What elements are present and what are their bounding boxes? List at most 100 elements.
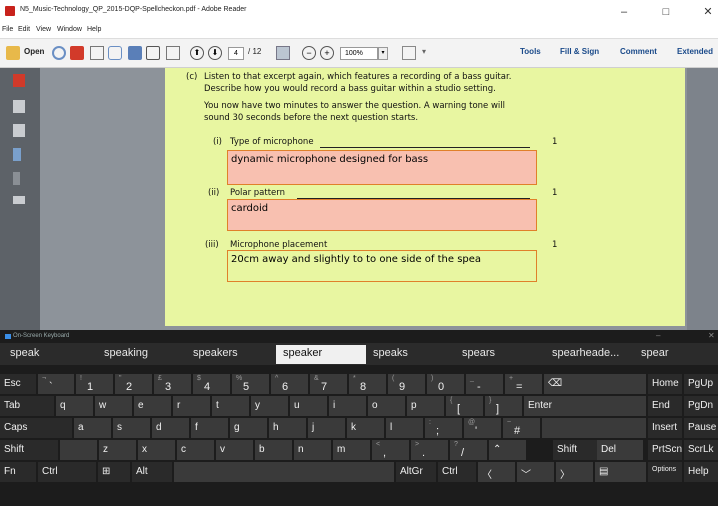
key-lshift[interactable]: Shift (0, 440, 58, 460)
key-rshift[interactable]: Shift (553, 440, 599, 460)
close-button[interactable]: ✕ (696, 3, 718, 21)
fit-page-icon[interactable] (402, 46, 416, 60)
key-6[interactable]: ^ 6 (271, 374, 308, 394)
key-options[interactable]: Options (648, 462, 682, 482)
key-r[interactable]: r (173, 396, 210, 416)
key-j[interactable]: j (308, 418, 345, 438)
key-d[interactable]: d (152, 418, 189, 438)
key-equals[interactable]: + = (505, 374, 542, 394)
key-lalt[interactable]: Alt (132, 462, 172, 482)
key-n[interactable]: n (294, 440, 331, 460)
key-7[interactable]: & 7 (310, 374, 347, 394)
page-number-input[interactable]: 4 (228, 47, 244, 60)
key-z[interactable]: z (99, 440, 136, 460)
key-s[interactable]: s (113, 418, 150, 438)
key-help[interactable]: Help (684, 462, 718, 482)
key-scrlk[interactable]: ScrLk (684, 440, 718, 460)
key-3[interactable]: £3 (154, 374, 191, 394)
menu-edit[interactable]: Edit (18, 26, 30, 33)
answer-field-polar[interactable]: cardoid (227, 199, 537, 231)
key-4[interactable]: $4 (193, 374, 230, 394)
zoom-out-icon[interactable]: − (302, 46, 316, 60)
key-f[interactable]: f (191, 418, 228, 438)
share-icon[interactable] (108, 46, 122, 60)
key-altgr[interactable]: AltGr (396, 462, 436, 482)
key-minus[interactable]: _ - (466, 374, 503, 394)
menu-file[interactable]: File (2, 26, 13, 33)
suggestion[interactable]: speaking (104, 347, 148, 359)
key-end[interactable]: End (648, 396, 682, 416)
key-rbracket[interactable]: }] (485, 396, 522, 416)
key-menu[interactable]: ▤ (595, 462, 646, 482)
key-quote[interactable]: @ ' (464, 418, 501, 438)
pdf-icon[interactable] (13, 74, 25, 87)
suggestion-selected[interactable]: speaker (283, 347, 322, 359)
key-period[interactable]: >. (411, 440, 448, 460)
key-a[interactable]: a (74, 418, 111, 438)
right-scroll-area[interactable] (687, 68, 718, 330)
key-w[interactable]: w (95, 396, 132, 416)
zoom-dropdown-icon[interactable]: ▾ (378, 47, 388, 60)
key-k[interactable]: k (347, 418, 384, 438)
key-5[interactable]: % 5 (232, 374, 269, 394)
attachment-icon[interactable] (13, 172, 20, 185)
extended-pane-button[interactable]: Extended (677, 47, 713, 56)
key-e[interactable]: e (134, 396, 171, 416)
key-semicolon[interactable]: :; (425, 418, 462, 438)
key-right[interactable]: 〉 (556, 462, 593, 482)
key-hash[interactable]: ~ # (503, 418, 540, 438)
key-t[interactable]: t (212, 396, 249, 416)
key-home[interactable]: Home (648, 374, 682, 394)
key-8[interactable]: * 8 (349, 374, 386, 394)
key-backslash[interactable] (60, 440, 97, 460)
key-windows[interactable]: ⊞ (98, 462, 130, 482)
prev-page-icon[interactable]: ⬆ (190, 46, 204, 60)
key-slash[interactable]: ? / (450, 440, 487, 460)
answer-field-placement[interactable]: 20cm away and slightly to to one side of… (227, 250, 537, 282)
suggestion[interactable]: speak (10, 347, 39, 359)
key-p[interactable]: p (407, 396, 444, 416)
key-0[interactable]: ) 0 (427, 374, 464, 394)
tools-pane-button[interactable]: Tools (520, 47, 541, 56)
comment-pane-button[interactable]: Comment (620, 47, 657, 56)
suggestion[interactable]: spears (462, 347, 495, 359)
key-prtscn[interactable]: PrtScn (648, 440, 682, 460)
key-backtick[interactable]: ¬ ` (38, 374, 74, 394)
key-2[interactable]: " 2 (115, 374, 152, 394)
key-pgup[interactable]: PgUp (684, 374, 718, 394)
select-tool-icon[interactable] (276, 46, 290, 60)
key-1[interactable]: ! 1 (76, 374, 113, 394)
key-v[interactable]: v (216, 440, 253, 460)
edit-icon[interactable] (90, 46, 104, 60)
key-insert[interactable]: Insert (648, 418, 682, 438)
menu-view[interactable]: View (36, 26, 51, 33)
signature-icon[interactable] (13, 196, 25, 204)
menu-window[interactable]: Window (57, 26, 82, 33)
suggestion[interactable]: speakers (193, 347, 238, 359)
key-down[interactable]: ﹀ (517, 462, 554, 482)
suggestion[interactable]: spear (641, 347, 669, 359)
key-rctrl[interactable]: Ctrl (438, 462, 476, 482)
suggestion[interactable]: speaks (373, 347, 408, 359)
key-pgdn[interactable]: PgDn (684, 396, 718, 416)
key-h[interactable]: h (269, 418, 306, 438)
key-esc[interactable]: Esc (0, 374, 36, 394)
bookmark-icon[interactable] (13, 148, 21, 161)
key-caps[interactable]: Caps (0, 418, 72, 438)
key-space[interactable] (174, 462, 394, 482)
create-pdf-icon[interactable] (52, 46, 66, 60)
key-up[interactable]: ⌃ (489, 440, 526, 460)
menu-help[interactable]: Help (87, 26, 101, 33)
open-button[interactable]: Open (24, 47, 44, 56)
key-fn[interactable]: Fn (0, 462, 36, 482)
key-m[interactable]: m (333, 440, 370, 460)
key-backspace[interactable]: ⌫ (544, 374, 646, 394)
toolbar-overflow-icon[interactable]: ▾ (422, 47, 426, 56)
key-x[interactable]: x (138, 440, 175, 460)
key-left[interactable]: 〈 (478, 462, 515, 482)
open-folder-icon[interactable] (6, 46, 20, 60)
key-q[interactable]: q (56, 396, 93, 416)
maximize-button[interactable]: □ (654, 3, 678, 21)
save-icon[interactable] (128, 46, 142, 60)
key-comma[interactable]: <, (372, 440, 409, 460)
